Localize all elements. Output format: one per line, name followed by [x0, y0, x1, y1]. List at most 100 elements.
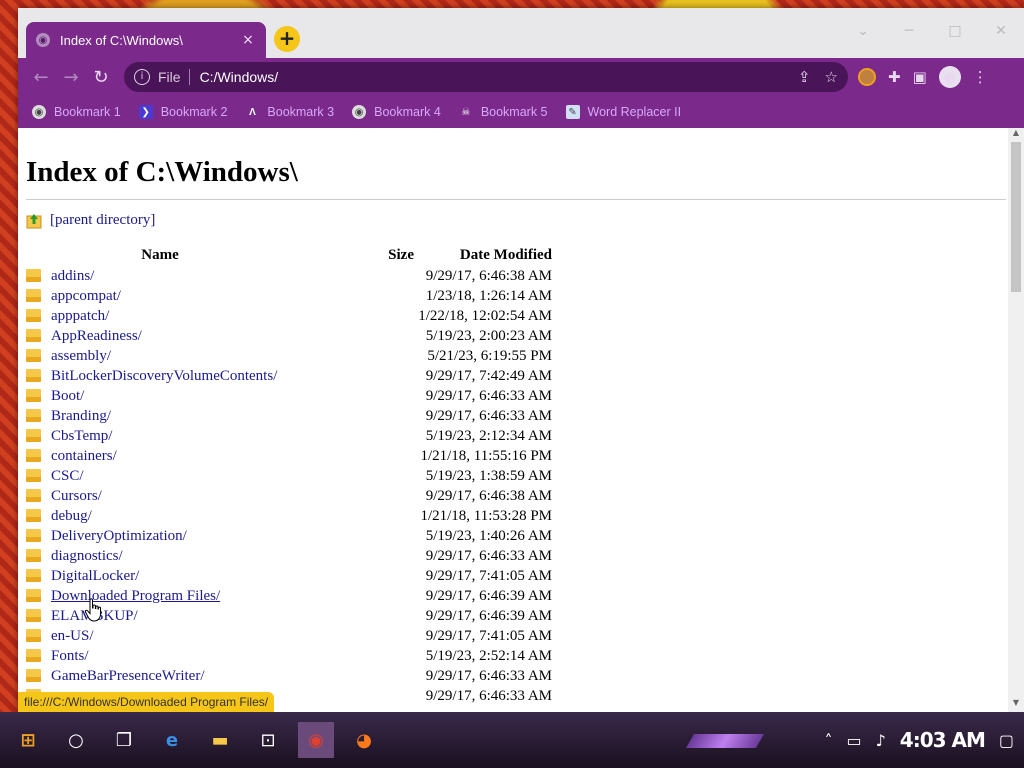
edge-button[interactable]: e [154, 722, 190, 758]
entry-size-cell [294, 626, 414, 646]
tab-title: Index of C:\Windows\ [60, 32, 183, 48]
column-header-date[interactable]: Date Modified [414, 247, 552, 266]
entry-link[interactable]: AppReadiness/ [51, 328, 142, 344]
close-window-button[interactable]: ✕ [978, 16, 1024, 46]
extensions-puzzle-icon[interactable]: ✚ [888, 68, 901, 86]
entry-link[interactable]: GameBarPresenceWriter/ [51, 668, 205, 684]
bookmark-item-1[interactable]: ◉ Bookmark 1 [32, 105, 121, 119]
entry-link[interactable]: en-US/ [51, 628, 94, 644]
entry-link[interactable]: addins/ [51, 268, 94, 284]
browser-tab[interactable]: ◉ Index of C:\Windows\ × [26, 22, 266, 58]
bookmark-item-4[interactable]: ◉ Bookmark 4 [352, 105, 441, 119]
lambda-icon: Λ [249, 106, 256, 118]
bookmark-star-icon[interactable]: ☆ [825, 68, 838, 86]
new-tab-button[interactable]: + [274, 26, 300, 52]
bookmark-label: Bookmark 2 [160, 105, 228, 119]
folder-icon [26, 288, 41, 302]
browser-window: ◉ Index of C:\Windows\ × + ⌄ ─ □ ✕ ← → ↻… [18, 8, 1024, 712]
entry-date-cell: 1/21/18, 11:55:16 PM [420, 447, 552, 464]
entry-size-cell [294, 426, 414, 446]
entry-size-cell [294, 526, 414, 546]
hand-cursor-icon [84, 598, 101, 622]
column-header-size[interactable]: Size [294, 247, 414, 266]
table-row: CSC/5/19/23, 1:38:59 AM [26, 466, 552, 486]
entry-link[interactable]: debug/ [51, 508, 92, 524]
entry-date-cell: 9/29/17, 6:46:38 AM [425, 487, 552, 504]
entry-link[interactable]: Fonts/ [51, 648, 89, 664]
tray-chevron-icon[interactable]: ˄ [824, 731, 832, 750]
tab-close-button[interactable]: × [240, 32, 256, 48]
menu-kebab-icon[interactable]: ⋮ [973, 68, 988, 86]
firefox-button[interactable]: ◕ [346, 722, 382, 758]
bookmark-item-5[interactable]: ☠ Bookmark 5 [459, 105, 547, 119]
entry-link[interactable]: appcompat/ [51, 288, 121, 304]
entry-link[interactable]: Cursors/ [51, 488, 102, 504]
entry-link[interactable]: diagnostics/ [51, 548, 123, 564]
profile-avatar-icon[interactable]: ● [938, 66, 961, 88]
forward-button[interactable]: → [56, 62, 86, 92]
entry-link[interactable]: containers/ [51, 448, 117, 464]
entry-link[interactable]: apppatch/ [51, 308, 109, 324]
share-icon[interactable]: ⇪ [798, 68, 811, 86]
entry-link[interactable]: CbsTemp/ [51, 428, 112, 444]
bookmark-label: Bookmark 4 [374, 105, 441, 119]
taskbar-clock[interactable]: 4:03 AM [900, 728, 986, 752]
bookmark-item-3[interactable]: Λ Bookmark 3 [245, 105, 334, 119]
scroll-down-arrow-icon[interactable]: ▼ [1008, 698, 1024, 712]
table-row: addins/9/29/17, 6:46:38 AM [26, 266, 552, 286]
entry-link[interactable]: assembly/ [51, 348, 111, 364]
entry-link[interactable]: CSC/ [51, 468, 84, 484]
side-panel-icon[interactable]: ▣ [913, 68, 927, 86]
task-view-button[interactable]: ❐ [106, 722, 142, 758]
url-text[interactable]: C:/Windows/ [200, 69, 784, 85]
folder-icon [26, 488, 41, 502]
entry-date-cell: 9/29/17, 6:46:39 AM [425, 587, 552, 604]
entry-link[interactable]: Boot/ [51, 388, 84, 404]
start-button[interactable]: ⊞ [10, 722, 46, 758]
folder-icon [26, 528, 41, 542]
reload-button[interactable]: ↻ [86, 62, 116, 92]
tab-search-button[interactable]: ⌄ [840, 16, 886, 46]
entry-link[interactable]: DigitalLocker/ [51, 568, 139, 584]
back-button[interactable]: ← [26, 62, 56, 92]
table-row: GameBarPresenceWriter/9/29/17, 6:46:33 A… [26, 666, 552, 686]
entry-date-cell: 9/29/17, 7:42:49 AM [425, 367, 552, 384]
bookmark-item-word-replacer[interactable]: ✎ Word Replacer II [565, 105, 682, 119]
table-row: Fonts/5/19/23, 2:52:14 AM [26, 646, 552, 666]
info-icon[interactable]: i [134, 69, 150, 85]
folder-icon [26, 348, 41, 362]
bookmark-label: Word Replacer II [587, 105, 682, 119]
address-bar[interactable]: i File C:/Windows/ ⇪ ☆ [124, 62, 848, 92]
entry-link[interactable]: Downloaded Program Files/ [51, 588, 220, 604]
extension-avatar-icon[interactable] [858, 68, 876, 86]
table-row: containers/1/21/18, 11:55:16 PM [26, 446, 552, 466]
store-icon: ⊡ [260, 729, 276, 751]
entry-date-cell: 9/29/17, 6:46:33 AM [425, 667, 552, 684]
parent-directory-link[interactable]: [parent directory] [50, 212, 155, 229]
folder-icon [26, 408, 41, 422]
volume-icon[interactable]: ♪ [876, 731, 886, 750]
notifications-icon[interactable]: ▢ [999, 731, 1014, 750]
column-header-name[interactable]: Name [26, 247, 294, 266]
entry-link[interactable]: DeliveryOptimization/ [51, 528, 187, 544]
file-explorer-icon: ▬ [211, 729, 229, 751]
entry-date-cell: 9/29/17, 6:46:33 AM [425, 547, 552, 564]
table-row: DigitalLocker/9/29/17, 7:41:05 AM [26, 566, 552, 586]
entry-name-cell: CbsTemp/ [26, 426, 294, 446]
store-button[interactable]: ⊡ [250, 722, 286, 758]
entry-size-cell [294, 586, 414, 606]
network-icon[interactable]: ▭ [846, 731, 861, 750]
vertical-scrollbar[interactable]: ▲ ▼ [1008, 128, 1024, 712]
maximize-button[interactable]: □ [932, 16, 978, 46]
bookmark-item-2[interactable]: ❯ Bookmark 2 [138, 105, 228, 119]
scrollbar-thumb[interactable] [1011, 142, 1021, 292]
file-explorer-button[interactable]: ▬ [202, 722, 238, 758]
entry-link[interactable]: BitLockerDiscoveryVolumeContents/ [51, 368, 277, 384]
table-row: ELAMBKUP/9/29/17, 6:46:39 AM [26, 606, 552, 626]
scroll-up-arrow-icon[interactable]: ▲ [1008, 128, 1024, 142]
entry-size-cell [294, 386, 414, 406]
minimize-button[interactable]: ─ [886, 16, 932, 46]
cortana-button[interactable]: ○ [58, 722, 94, 758]
entry-link[interactable]: Branding/ [51, 408, 111, 424]
chrome-button[interactable]: ◉ [298, 722, 334, 758]
